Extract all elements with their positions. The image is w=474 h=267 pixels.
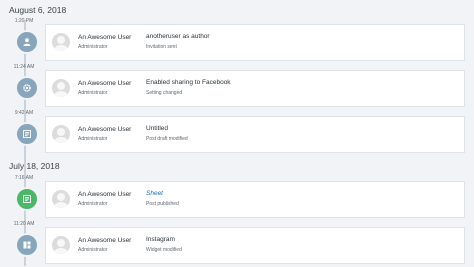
activity-card[interactable]: An Awesome User Administrator anotheruse… — [45, 24, 465, 61]
activity-entry: 11:20 AM An Awesome User Administrator I… — [0, 221, 474, 267]
entry-time: 7:16 AM — [14, 175, 34, 181]
activity-entry: 9:42 AM An Awesome User Administrator Un… — [0, 110, 474, 156]
avatar — [52, 236, 70, 254]
activity-title: anotheruser as author — [146, 33, 210, 40]
activity-status: Post draft modified — [146, 136, 188, 142]
user-name[interactable]: An Awesome User — [78, 34, 131, 41]
user-icon — [15, 30, 39, 54]
activity-entry: 11:24 AM An Awesome User Administrator E… — [0, 64, 474, 110]
post-icon — [15, 187, 39, 211]
gear-icon — [15, 76, 39, 100]
post-title-link[interactable]: Sheet — [146, 190, 163, 197]
activity-title: Instagram — [146, 236, 175, 243]
user-role: Administrator — [78, 44, 108, 50]
user-role: Administrator — [78, 90, 108, 96]
activity-card[interactable]: An Awesome User Administrator Sheet Post… — [45, 181, 465, 218]
avatar — [52, 125, 70, 143]
entry-time: 11:24 AM — [13, 64, 35, 70]
entry-time: 1:20 PM — [14, 18, 34, 24]
activity-card[interactable]: An Awesome User Administrator Enabled sh… — [45, 70, 465, 107]
activity-card[interactable]: An Awesome User Administrator Instagram … — [45, 227, 465, 264]
widget-icon — [15, 233, 39, 257]
activity-title: Enabled sharing to Facebook — [146, 79, 231, 86]
activity-status: Setting changed — [146, 90, 183, 96]
activity-status: Widget modified — [146, 247, 182, 253]
entry-time: 9:42 AM — [14, 110, 34, 116]
user-role: Administrator — [78, 136, 108, 142]
user-name[interactable]: An Awesome User — [78, 126, 131, 133]
activity-title: Untitled — [146, 125, 169, 132]
user-role: Administrator — [78, 247, 108, 253]
activity-card[interactable]: An Awesome User Administrator Untitled P… — [45, 116, 465, 153]
date-header: August 6, 2018 — [9, 5, 67, 15]
user-name[interactable]: An Awesome User — [78, 191, 131, 198]
activity-entry: 7:16 AM An Awesome User Administrator Sh… — [0, 175, 474, 221]
user-name[interactable]: An Awesome User — [78, 80, 131, 87]
user-name[interactable]: An Awesome User — [78, 237, 131, 244]
activity-status: Invitation sent — [146, 44, 177, 50]
avatar — [52, 190, 70, 208]
entry-time: 11:20 AM — [13, 221, 35, 227]
date-header: July 18, 2018 — [9, 161, 60, 171]
avatar — [52, 33, 70, 51]
post-icon — [15, 122, 39, 146]
user-role: Administrator — [78, 201, 108, 207]
avatar — [52, 79, 70, 97]
activity-status: Post published — [146, 201, 179, 207]
activity-entry: 1:20 PM An Awesome User Administrator an… — [0, 18, 474, 64]
